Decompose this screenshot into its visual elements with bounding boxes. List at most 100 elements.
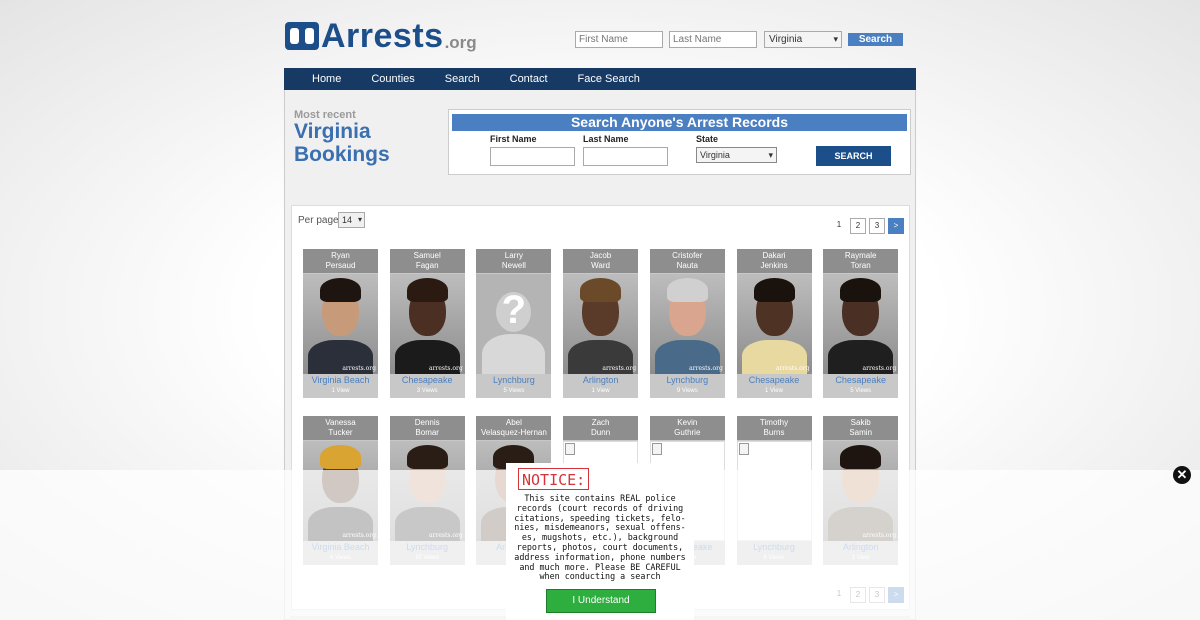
booking-last-name: Toran bbox=[850, 261, 871, 270]
booking-last-name: Ward bbox=[591, 261, 610, 270]
header-search-button[interactable]: Search bbox=[848, 33, 903, 46]
i-understand-button[interactable]: I Understand bbox=[546, 589, 656, 613]
broken-image-glyph bbox=[738, 443, 749, 455]
booking-name[interactable]: Raymale Toran bbox=[823, 249, 899, 273]
mugshot-hair bbox=[840, 278, 882, 302]
close-icon[interactable]: ✕ bbox=[1173, 466, 1191, 484]
search-button[interactable]: SEARCH bbox=[816, 146, 891, 166]
booking-views: 5 Views bbox=[503, 388, 525, 394]
booking-name[interactable]: Sakib Samin bbox=[823, 416, 899, 440]
booking-card[interactable]: Cristofer Nauta arrests.org Lynchburg 9 View… bbox=[649, 249, 725, 398]
site-logo[interactable]: Arrests .org bbox=[285, 19, 477, 53]
booking-name[interactable]: Dakari Jenkins bbox=[736, 249, 812, 273]
booking-card[interactable]: Dakari Jenkins arrests.org Chesapeake 1 View bbox=[736, 249, 812, 398]
search-form-heading: Search Anyone's Arrest Records bbox=[452, 114, 907, 131]
booking-last-name: Dunn bbox=[591, 428, 611, 437]
booking-name[interactable]: Zach Dunn bbox=[563, 416, 639, 440]
booking-name[interactable]: Samuel Fagan bbox=[389, 249, 465, 273]
chevron-down-icon: ▾ bbox=[833, 34, 838, 44]
notice-body: This site contains REAL police records (… bbox=[514, 493, 686, 582]
photo-watermark: arrests.org bbox=[602, 365, 637, 372]
mugshot-photo[interactable]: arrests.org bbox=[649, 274, 725, 374]
page-1[interactable]: 1 bbox=[831, 218, 847, 234]
booking-last-name: Tucker bbox=[328, 428, 353, 437]
nav-contact[interactable]: Contact bbox=[510, 73, 548, 85]
booking-first-name: Samuel bbox=[413, 251, 441, 260]
state-select[interactable]: Virginia ▾ bbox=[696, 147, 777, 163]
booking-first-name: Dennis bbox=[414, 418, 440, 427]
nav-counties[interactable]: Counties bbox=[371, 73, 414, 85]
booking-views: 1 View bbox=[591, 388, 610, 394]
page-title: Virginia Bookings bbox=[294, 120, 390, 166]
photo-watermark: arrests.org bbox=[689, 365, 723, 372]
last-name-label: Last Name bbox=[583, 134, 629, 144]
booking-last-name: Fagan bbox=[415, 261, 439, 270]
booking-card[interactable]: Ryan Persaud arrests.org Virginia Beach 1 Vi… bbox=[303, 249, 378, 398]
mugshot-photo[interactable]: arrests.org bbox=[389, 274, 465, 374]
mugshot-hair bbox=[580, 278, 622, 302]
chevron-down-icon: ▾ bbox=[768, 150, 773, 160]
booking-first-name: Ryan bbox=[331, 251, 350, 260]
page-2[interactable]: 2 bbox=[850, 218, 866, 234]
booking-card[interactable]: Larry Newell? Lynchburg 5 Views bbox=[476, 249, 552, 398]
mugshot-photo[interactable]: arrests.org bbox=[563, 274, 639, 374]
nav-face-search[interactable]: Face Search bbox=[578, 73, 640, 85]
booking-last-name: Samin bbox=[849, 428, 873, 437]
per-page-select[interactable]: 14 ▾ bbox=[338, 212, 365, 228]
broken-image-glyph bbox=[565, 443, 576, 455]
booking-city-link[interactable]: Arlington bbox=[563, 375, 638, 385]
booking-name[interactable]: Vanessa Tucker bbox=[303, 416, 378, 440]
chevron-down-icon: ▾ bbox=[357, 215, 362, 224]
booking-name[interactable]: Cristofer Nauta bbox=[649, 249, 725, 273]
booking-last-name: Guthrie bbox=[674, 428, 701, 437]
booking-city-link[interactable]: Chesapeake bbox=[823, 375, 898, 385]
photo-watermark: arrests.org bbox=[342, 365, 376, 372]
handcuff-logo-icon bbox=[285, 22, 319, 50]
question-mark-icon: ? bbox=[501, 288, 527, 332]
booking-city-link[interactable]: Lynchburg bbox=[476, 375, 551, 385]
booking-first-name: Timothy bbox=[759, 418, 789, 427]
header-state-select[interactable]: Virginia ▾ bbox=[764, 31, 842, 48]
first-name-label: First Name bbox=[490, 134, 537, 144]
booking-first-name: Vanessa bbox=[325, 418, 356, 427]
booking-card[interactable]: Samuel Fagan arrests.org Chesapeake 3 Views bbox=[389, 249, 465, 398]
booking-city-link[interactable]: Virginia Beach bbox=[303, 375, 378, 385]
booking-name[interactable]: Jacob Ward bbox=[563, 249, 639, 273]
mugshot-hair bbox=[406, 278, 448, 302]
booking-card[interactable]: Raymale Toran arrests.org Chesapeake 5 Views bbox=[823, 249, 899, 398]
booking-name[interactable]: Timothy Burns bbox=[736, 416, 812, 440]
booking-views: 1 View bbox=[331, 388, 350, 394]
no-photo-placeholder[interactable]: ? bbox=[476, 274, 552, 374]
nav-home[interactable]: Home bbox=[312, 73, 341, 85]
mugshot-hair bbox=[320, 445, 361, 469]
main-nav: Home Counties Search Contact Face Search bbox=[284, 68, 916, 90]
booking-last-name: Bomar bbox=[415, 428, 439, 437]
first-name-input[interactable] bbox=[490, 147, 575, 166]
mugshot-hair bbox=[320, 278, 361, 302]
booking-name[interactable]: Larry Newell bbox=[476, 249, 552, 273]
booking-first-name: Zach bbox=[591, 418, 610, 427]
mugshot-photo[interactable]: arrests.org bbox=[736, 274, 812, 374]
mugshot-photo[interactable]: arrests.org bbox=[303, 274, 378, 374]
notice-title: NOTICE: bbox=[518, 468, 590, 490]
booking-name[interactable]: Kevin Guthrie bbox=[649, 416, 725, 440]
photo-watermark: arrests.org bbox=[862, 365, 897, 372]
booking-name[interactable]: Dennis Bomar bbox=[389, 416, 465, 440]
page-3[interactable]: 3 bbox=[869, 218, 885, 234]
last-name-input[interactable] bbox=[583, 147, 668, 166]
state-label: State bbox=[696, 134, 719, 144]
booking-city-link[interactable]: Chesapeake bbox=[737, 375, 812, 385]
booking-name[interactable]: Ryan Persaud bbox=[303, 249, 378, 273]
booking-name[interactable]: Abel Velasquez-Hernan bbox=[476, 416, 552, 440]
booking-city-link[interactable]: Lynchburg bbox=[650, 375, 725, 385]
booking-first-name: Raymale bbox=[844, 251, 877, 260]
mugshot-hair bbox=[840, 445, 882, 469]
nav-search[interactable]: Search bbox=[445, 73, 480, 85]
broken-image-glyph bbox=[651, 443, 662, 455]
booking-city-link[interactable]: Chesapeake bbox=[390, 375, 465, 385]
mugshot-photo[interactable]: arrests.org bbox=[823, 274, 899, 374]
header-first-name-input[interactable] bbox=[575, 31, 663, 48]
header-last-name-input[interactable] bbox=[669, 31, 757, 48]
next-page[interactable]: > bbox=[888, 218, 904, 234]
booking-card[interactable]: Jacob Ward arrests.org Arlington 1 View bbox=[563, 249, 639, 398]
